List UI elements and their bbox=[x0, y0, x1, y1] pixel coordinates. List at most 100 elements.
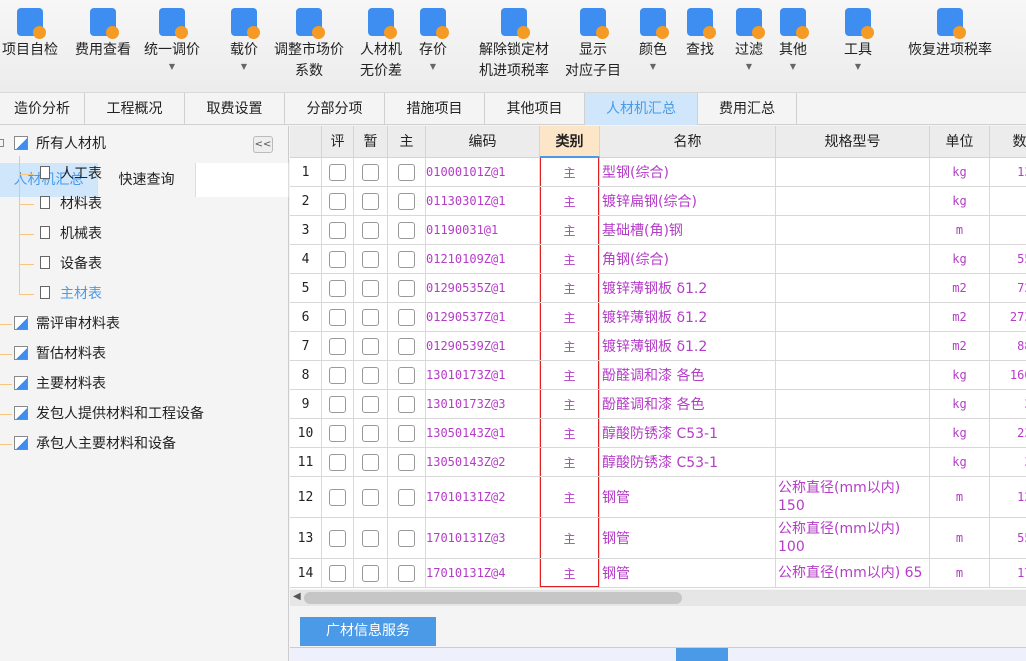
provisional-checkbox[interactable] bbox=[354, 274, 388, 303]
main-checkbox[interactable] bbox=[388, 518, 426, 559]
provisional-checkbox[interactable] bbox=[354, 419, 388, 448]
toolbar-button-13[interactable]: 工具 ▼ bbox=[844, 8, 874, 73]
toolbar-button-12[interactable]: 其他 ▼ bbox=[779, 8, 809, 73]
checkbox[interactable] bbox=[362, 221, 379, 239]
chevron-down-icon[interactable]: ▼ bbox=[144, 61, 200, 73]
checkbox[interactable] bbox=[329, 250, 346, 268]
checkbox[interactable] bbox=[362, 192, 379, 210]
table-row[interactable]: 11 13050143Z@2主醇酸防锈漆 C53-1 kg334 bbox=[290, 448, 1026, 477]
tab-0[interactable]: 造价分析 bbox=[0, 93, 85, 125]
checkbox[interactable] bbox=[329, 424, 346, 442]
toolbar-button-14[interactable]: 恢复进项税率 bbox=[908, 8, 992, 61]
checkbox[interactable] bbox=[362, 529, 379, 547]
tree-item[interactable]: 承包人主要材料和设备 bbox=[14, 433, 176, 455]
toolbar-button-6[interactable]: 存价 ▼ bbox=[419, 8, 449, 73]
main-checkbox[interactable] bbox=[388, 332, 426, 361]
left-tab-quick-query[interactable]: 快速查询 bbox=[98, 163, 196, 197]
toolbar-button-9[interactable]: 颜色 ▼ bbox=[639, 8, 669, 73]
table-row[interactable]: 3 01190031@1主基础槽(角)钢 m9 bbox=[290, 216, 1026, 245]
toolbar-button-11[interactable]: 过滤 ▼ bbox=[735, 8, 765, 73]
column-header[interactable]: 编码 bbox=[426, 126, 540, 158]
chevron-down-icon[interactable]: ▼ bbox=[419, 61, 447, 73]
checkbox[interactable] bbox=[362, 163, 379, 181]
tree-expander[interactable] bbox=[0, 139, 4, 147]
checkbox[interactable] bbox=[329, 192, 346, 210]
provisional-checkbox[interactable] bbox=[354, 390, 388, 419]
main-checkbox[interactable] bbox=[388, 559, 426, 588]
checkbox[interactable] bbox=[398, 221, 415, 239]
table-row[interactable]: 1 01000101Z@1主型钢(综合) kg1322 bbox=[290, 158, 1026, 187]
toolbar-button-5[interactable]: 人材机 无价差 bbox=[360, 8, 402, 82]
tree-item[interactable]: 发包人提供材料和工程设备 bbox=[14, 403, 204, 425]
column-header[interactable]: 暂 bbox=[354, 126, 388, 158]
review-checkbox[interactable] bbox=[322, 303, 354, 332]
checkbox[interactable] bbox=[362, 250, 379, 268]
scroll-left-icon[interactable]: ◀ bbox=[293, 591, 301, 602]
review-checkbox[interactable] bbox=[322, 245, 354, 274]
table-row[interactable]: 4 01210109Z@1主角钢(综合) kg5527 bbox=[290, 245, 1026, 274]
checkbox[interactable] bbox=[398, 453, 415, 471]
chevron-down-icon[interactable]: ▼ bbox=[735, 61, 763, 73]
checkbox[interactable] bbox=[362, 453, 379, 471]
checkbox[interactable] bbox=[362, 337, 379, 355]
checkbox[interactable] bbox=[329, 337, 346, 355]
tree-root[interactable]: 所有人材机 bbox=[14, 133, 106, 155]
checkbox[interactable] bbox=[398, 395, 415, 413]
tree-item[interactable]: 需评审材料表 bbox=[14, 313, 120, 335]
column-header[interactable]: 主 bbox=[388, 126, 426, 158]
toolbar-button-10[interactable]: 查找 bbox=[686, 8, 716, 61]
scrollbar-thumb[interactable] bbox=[304, 592, 682, 604]
checkbox[interactable] bbox=[362, 488, 379, 506]
provisional-checkbox[interactable] bbox=[354, 332, 388, 361]
provisional-checkbox[interactable] bbox=[354, 187, 388, 216]
checkbox[interactable] bbox=[398, 564, 415, 582]
column-header[interactable]: 单位 bbox=[930, 126, 990, 158]
tab-1[interactable]: 工程概况 bbox=[85, 93, 185, 125]
tab-7[interactable]: 费用汇总 bbox=[698, 93, 797, 125]
main-checkbox[interactable] bbox=[388, 477, 426, 518]
tree-item[interactable]: 主要材料表 bbox=[14, 373, 106, 395]
table-row[interactable]: 13 17010131Z@3主钢管公称直径(mm以内) 100m555. bbox=[290, 518, 1026, 559]
main-checkbox[interactable] bbox=[388, 216, 426, 245]
toolbar-button-4[interactable]: 调整市场价 系数 bbox=[274, 8, 344, 82]
review-checkbox[interactable] bbox=[322, 419, 354, 448]
column-header[interactable]: 类别 bbox=[540, 126, 600, 158]
checkbox[interactable] bbox=[398, 488, 415, 506]
toolbar-button-0[interactable]: 项目自检 bbox=[2, 8, 58, 61]
checkbox[interactable] bbox=[398, 279, 415, 297]
review-checkbox[interactable] bbox=[322, 361, 354, 390]
main-checkbox[interactable] bbox=[388, 274, 426, 303]
tab-6[interactable]: 人材机汇总 bbox=[585, 93, 698, 125]
review-checkbox[interactable] bbox=[322, 390, 354, 419]
provisional-checkbox[interactable] bbox=[354, 361, 388, 390]
checkbox[interactable] bbox=[329, 163, 346, 181]
checkbox[interactable] bbox=[398, 366, 415, 384]
review-checkbox[interactable] bbox=[322, 559, 354, 588]
provisional-checkbox[interactable] bbox=[354, 303, 388, 332]
review-checkbox[interactable] bbox=[322, 518, 354, 559]
table-row[interactable]: 6 01290537Z@1主镀锌薄钢板 δ1.2 m2273.1 bbox=[290, 303, 1026, 332]
material-info-service-tab[interactable]: 广材信息服务 bbox=[300, 617, 436, 646]
column-header[interactable]: 规格型号 bbox=[776, 126, 930, 158]
main-checkbox[interactable] bbox=[388, 448, 426, 477]
tab-2[interactable]: 取费设置 bbox=[185, 93, 285, 125]
table-row[interactable]: 7 01290539Z@1主镀锌薄钢板 δ1.2 m2886. bbox=[290, 332, 1026, 361]
main-checkbox[interactable] bbox=[388, 361, 426, 390]
toolbar-button-2[interactable]: 统一调价 ▼ bbox=[144, 8, 200, 73]
table-row[interactable]: 14 17010131Z@4主钢管公称直径(mm以内) 65m175. bbox=[290, 559, 1026, 588]
chevron-down-icon[interactable]: ▼ bbox=[844, 61, 872, 73]
table-row[interactable]: 2 01130301Z@1 主镀锌扁钢(综合) kg bbox=[290, 187, 1026, 216]
checkbox[interactable] bbox=[329, 488, 346, 506]
provisional-checkbox[interactable] bbox=[354, 559, 388, 588]
checkbox[interactable] bbox=[329, 366, 346, 384]
review-checkbox[interactable] bbox=[322, 216, 354, 245]
table-row[interactable]: 5 01290535Z@1主镀锌薄钢板 δ1.2 m272.4 bbox=[290, 274, 1026, 303]
tree-item[interactable]: 暂估材料表 bbox=[14, 343, 106, 365]
checkbox[interactable] bbox=[329, 279, 346, 297]
tab-3[interactable]: 分部分项 bbox=[285, 93, 385, 125]
table-row[interactable]: 12 17010131Z@2主钢管公称直径(mm以内) 150m12.0 bbox=[290, 477, 1026, 518]
review-checkbox[interactable] bbox=[322, 477, 354, 518]
main-checkbox[interactable] bbox=[388, 303, 426, 332]
checkbox[interactable] bbox=[329, 453, 346, 471]
provisional-checkbox[interactable] bbox=[354, 518, 388, 559]
